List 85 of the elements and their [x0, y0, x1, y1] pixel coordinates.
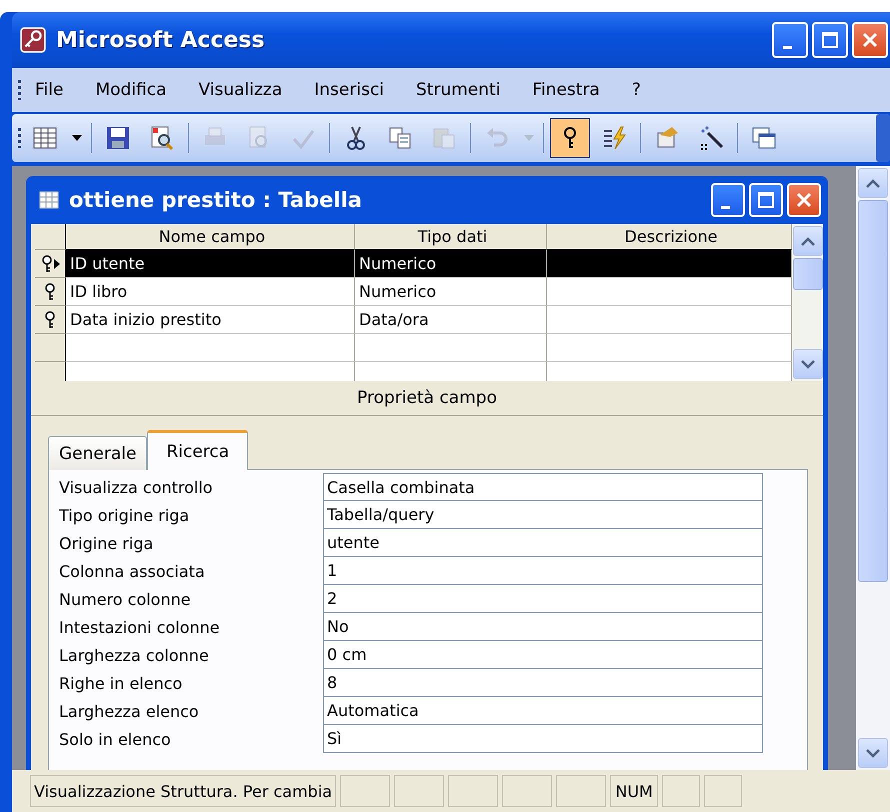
tab[interactable]: Generale	[48, 436, 148, 470]
workspace-scrollbar[interactable]	[856, 166, 890, 770]
table-icon	[39, 191, 59, 209]
current-row-arrow-icon	[54, 258, 60, 268]
grid-icon	[32, 125, 58, 151]
property-value-field[interactable]: 1	[323, 557, 763, 585]
status-panel	[662, 775, 700, 807]
scroll-up-button[interactable]	[858, 168, 888, 198]
property-value-field[interactable]: 0 cm	[323, 641, 763, 669]
property-value-field[interactable]: Automatica	[323, 697, 763, 725]
pages-icon	[387, 125, 413, 151]
status-text: Visualizzazione Struttura. Per cambia	[30, 775, 336, 807]
property-label: Origine riga	[59, 532, 154, 554]
chevron-down-icon	[800, 360, 814, 368]
property-label: Tipo origine riga	[59, 504, 190, 526]
menu-item[interactable]: Inserisci	[314, 80, 384, 100]
caret-icon	[72, 135, 82, 141]
property-value-field[interactable]: Tabella/query	[323, 501, 763, 529]
num-lock-indicator: NUM	[610, 775, 658, 807]
status-panel	[340, 775, 390, 807]
table-cell: ID utente	[66, 250, 355, 278]
menu-item[interactable]: Finestra	[532, 80, 600, 100]
property-value-field[interactable]: 8	[323, 669, 763, 697]
scroll-up-button[interactable]	[792, 226, 822, 256]
menu-item[interactable]: Visualizza	[198, 80, 282, 100]
property-label: Visualizza controllo	[59, 476, 214, 498]
primary-key-button[interactable]	[550, 118, 590, 158]
tab[interactable]: Ricerca	[147, 430, 248, 470]
status-panel	[394, 775, 444, 807]
caret-icon	[524, 135, 534, 141]
key-app-icon	[20, 27, 46, 53]
close-icon	[795, 191, 813, 209]
row-selector[interactable]	[35, 250, 66, 278]
row-selector[interactable]	[35, 306, 66, 334]
grid-scrollbar[interactable]	[792, 224, 823, 381]
table-window-title: ottiene prestito : Tabella	[69, 188, 363, 212]
menu-item[interactable]: File	[35, 80, 64, 100]
window-title: Microsoft Access	[56, 28, 266, 52]
minimize-icon	[782, 46, 792, 48]
status-panel	[556, 775, 606, 807]
close-button[interactable]	[852, 22, 888, 58]
property-label: Larghezza colonne	[59, 644, 210, 666]
magnifier-icon	[149, 125, 175, 151]
menu-item[interactable]: ?	[632, 80, 641, 100]
property-value-field[interactable]: utente	[323, 529, 763, 557]
property-label: Colonna associata	[59, 560, 206, 582]
maximize-button[interactable]	[812, 22, 848, 58]
lightning-icon	[601, 125, 627, 151]
property-label: Intestazioni colonne	[59, 616, 221, 638]
chevron-up-icon	[800, 236, 814, 246]
grip-icon	[18, 128, 21, 148]
close-icon	[861, 31, 879, 49]
menu-item[interactable]: Modifica	[95, 80, 167, 100]
property-value-field[interactable]: Sì	[323, 725, 763, 753]
property-label: Solo in elenco	[59, 728, 172, 750]
scroll-down-button[interactable]	[858, 738, 888, 768]
maximize-icon	[821, 31, 839, 49]
minimize-icon	[720, 206, 730, 208]
maximize-button[interactable]	[749, 183, 783, 217]
status-panel	[704, 775, 742, 807]
property-label: Larghezza elenco	[59, 700, 200, 722]
status-panel	[448, 775, 498, 807]
row-selector[interactable]	[35, 334, 66, 362]
maximize-icon	[757, 191, 775, 209]
windows-icon	[751, 125, 777, 151]
menu-item[interactable]: Strumenti	[416, 80, 500, 100]
wand-icon	[698, 125, 724, 151]
table-cell: Numerico	[355, 250, 547, 278]
chevron-down-icon	[866, 748, 880, 758]
property-label: Numero colonne	[59, 588, 192, 610]
property-value-field[interactable]: 2	[323, 585, 763, 613]
status-panel	[502, 775, 552, 807]
property-value-field[interactable]: No	[323, 613, 763, 641]
section-label: Proprietà campo	[31, 381, 823, 416]
scroll-thumb[interactable]	[792, 258, 822, 290]
minimize-button[interactable]	[711, 183, 745, 217]
property-label: Righe in elenco	[59, 672, 184, 694]
scroll-thumb[interactable]	[858, 200, 888, 582]
property-value-field[interactable]: Casella combinata	[323, 473, 763, 501]
scroll-down-button[interactable]	[792, 349, 822, 379]
row-selector[interactable]	[35, 278, 66, 306]
close-button[interactable]	[787, 183, 821, 217]
minimize-button[interactable]	[772, 22, 808, 58]
grip-icon	[18, 80, 21, 100]
chevron-up-icon	[866, 178, 880, 188]
